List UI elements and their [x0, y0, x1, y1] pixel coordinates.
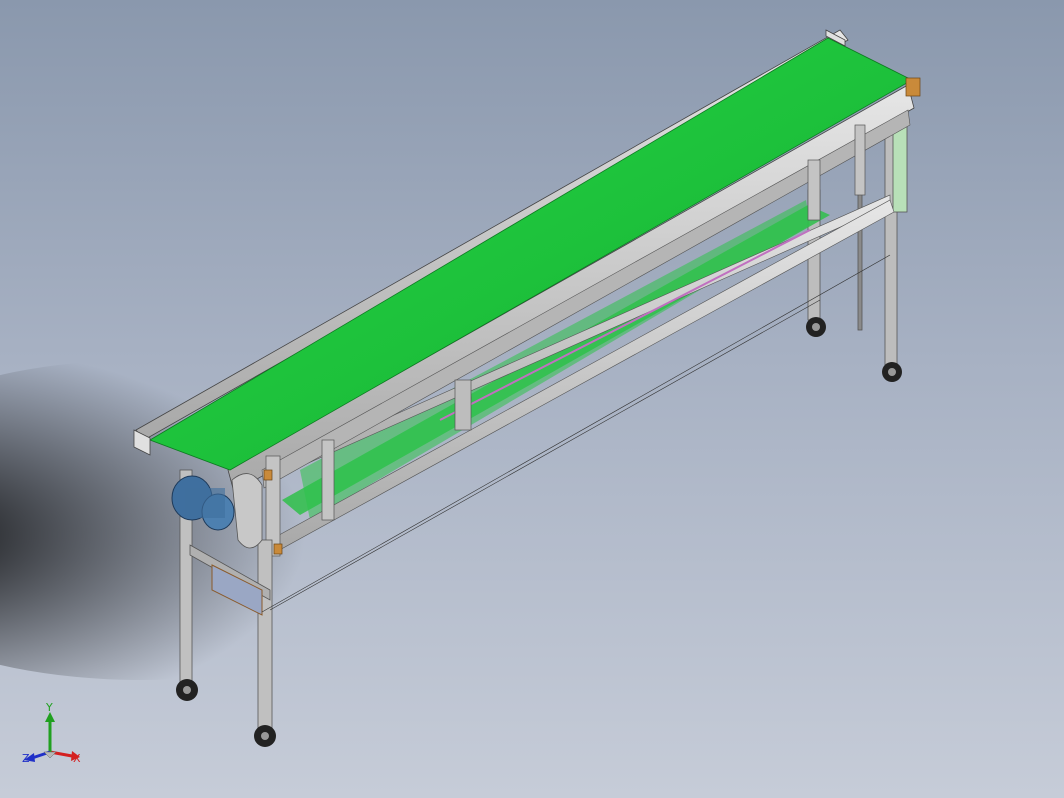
triad-x-label: X	[73, 752, 81, 765]
graphics-viewport[interactable]: X Y Z	[0, 0, 1064, 798]
triad-y-label: Y	[45, 701, 53, 714]
triad-origin	[43, 751, 57, 759]
mid-roller-support	[454, 379, 472, 431]
conveyor-model[interactable]	[0, 0, 1064, 798]
orientation-triad[interactable]: X Y Z	[14, 700, 94, 780]
triad-y-axis: Y	[45, 701, 55, 752]
triad-z-label: Z	[22, 752, 30, 765]
